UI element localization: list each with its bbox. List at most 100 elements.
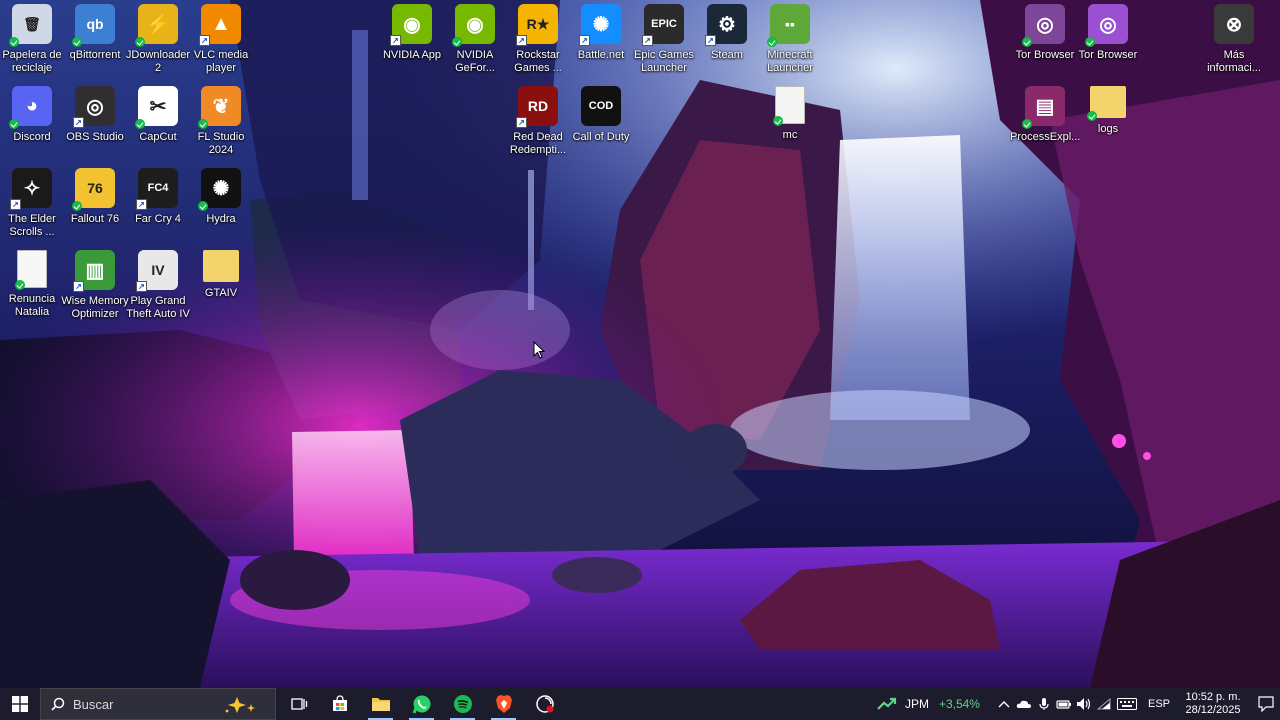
- desktop-icon-battlenet[interactable]: ✺ ↗ Battle.net: [569, 0, 633, 62]
- sync-status-icon: [135, 119, 145, 129]
- desktop-icon-steam[interactable]: ⚙ ↗ Steam: [695, 0, 759, 62]
- whatsapp-icon: [412, 694, 432, 714]
- red-dead-icon: RD ↗: [516, 86, 558, 128]
- sync-status-icon: [15, 280, 25, 290]
- battlenet-icon: ✺ ↗: [579, 4, 621, 46]
- desktop-icon-folder[interactable]: logs: [1076, 82, 1140, 136]
- desktop-icon-elder-scrolls[interactable]: ✧ ↗ The Elder Scrolls ...: [0, 164, 64, 239]
- desktop-icon-epic-games[interactable]: EPIC ↗ Epic Games Launcher: [632, 0, 696, 75]
- desktop-icon-obs[interactable]: ◎ ↗ OBS Studio: [63, 82, 127, 144]
- desktop-icon-gta-iv[interactable]: IV ↗ Play Grand Theft Auto IV: [126, 246, 190, 321]
- taskbar-app-brave[interactable]: [483, 688, 524, 720]
- taskbar-app-steam-capture[interactable]: [524, 688, 565, 720]
- shortcut-arrow-icon: ↗: [642, 35, 653, 46]
- shortcut-arrow-icon: ↗: [136, 281, 147, 292]
- desktop-icon-label: Battle.net: [577, 49, 625, 61]
- vlc-icon: ▲ ↗: [199, 4, 241, 46]
- recorder-icon: [535, 694, 555, 714]
- notification-icon: [1258, 696, 1274, 712]
- desktop-icon-discord[interactable]: ◕ Discord: [0, 82, 64, 144]
- stock-change: +3,54%: [938, 697, 980, 711]
- folder-icon: [1087, 86, 1126, 121]
- desktop-icon-label: Epic Games Launcher: [634, 49, 694, 74]
- memory-optimizer-icon: ▥ ↗: [73, 250, 115, 292]
- taskbar-app-whatsapp[interactable]: [401, 688, 442, 720]
- shortcut-arrow-icon: ↗: [579, 35, 590, 46]
- stock-widget[interactable]: JPM +3,54%: [877, 697, 980, 711]
- system-tray: JPM +3,54% ESP 10:52 p. m. 28/12/2025: [877, 688, 1280, 720]
- desktop-icon-nvidia[interactable]: ◉ ↗ NVIDIA App: [380, 0, 444, 62]
- taskbar: Buscar JPM +3,54% ESP 10:52 p. m. 28/12/…: [0, 688, 1280, 720]
- desktop-icon-label: Discord: [13, 131, 51, 143]
- start-button[interactable]: [0, 688, 40, 720]
- desktop-icon-fallout[interactable]: 76 Fallout 76: [63, 164, 127, 226]
- wifi-icon[interactable]: [1094, 688, 1114, 720]
- desktop-icon-rockstar[interactable]: R★ ↗ Rockstar Games ...: [506, 0, 570, 75]
- sync-status-icon: [1087, 111, 1097, 121]
- volume-icon[interactable]: [1074, 688, 1094, 720]
- desktop-icon-winrar[interactable]: ▤ ProcessExpl...: [1010, 82, 1080, 144]
- desktop-icon-file[interactable]: mc: [758, 82, 822, 142]
- desktop-icon-label: Red Dead Redempti...: [509, 131, 567, 156]
- sync-status-icon: [72, 201, 82, 211]
- desktop-icon-label: Wise Memory Optimizer: [61, 295, 129, 320]
- tor-browser-icon: ◎: [1022, 4, 1065, 47]
- winrar-icon: ▤: [1022, 86, 1065, 129]
- desktop-icon-jdownloader[interactable]: ⚡ JDownloader 2: [126, 0, 190, 75]
- onedrive-cloud-icon[interactable]: [1014, 688, 1034, 720]
- desktop-icon-folder[interactable]: GTAIV: [189, 246, 253, 300]
- desktop-icon-tor-browser[interactable]: ◎ Tor Browser: [1076, 0, 1140, 62]
- desktop-icon-label: NVIDIA GeFor...: [455, 49, 495, 74]
- nvidia-geforce-icon: ◉: [452, 4, 495, 47]
- desktop-icon-qbittorrent[interactable]: qb qBittorrent: [63, 0, 127, 62]
- taskbar-app-microsoft-store[interactable]: [319, 688, 360, 720]
- desktop-icon-minecraft[interactable]: ▪▪ Minecraft Launcher: [758, 0, 822, 75]
- clock[interactable]: 10:52 p. m. 28/12/2025: [1180, 691, 1246, 717]
- desktop-icon-capcut[interactable]: ✂ CapCut: [126, 82, 190, 144]
- gta-iv-icon: IV ↗: [136, 250, 178, 292]
- sync-status-icon: [1022, 37, 1032, 47]
- taskbar-app-task-view[interactable]: [278, 688, 319, 720]
- desktop-icon-label: Minecraft Launcher: [767, 49, 813, 74]
- desktop-icon-red-dead[interactable]: RD ↗ Red Dead Redempti...: [506, 82, 570, 157]
- desktop-icon-hydra[interactable]: ✺ Hydra: [189, 164, 253, 226]
- desktop-icon-label: ProcessExpl...: [1010, 131, 1080, 143]
- taskbar-app-file-explorer[interactable]: [360, 688, 401, 720]
- battery-icon[interactable]: [1054, 688, 1074, 720]
- keyboard-icon[interactable]: [1114, 688, 1140, 720]
- desktop-icon-label: Far Cry 4: [135, 213, 181, 225]
- desktop-icon-label: The Elder Scrolls ...: [8, 213, 56, 238]
- epic-games-icon: EPIC ↗: [642, 4, 684, 46]
- taskbar-search-box[interactable]: Buscar: [40, 688, 276, 720]
- language-indicator[interactable]: ESP: [1148, 698, 1170, 710]
- jdownloader-icon: ⚡: [135, 4, 178, 47]
- shortcut-arrow-icon: ↗: [136, 199, 147, 210]
- taskbar-apps: [278, 688, 565, 720]
- desktop-icon-vlc[interactable]: ▲ ↗ VLC media player: [189, 0, 253, 75]
- sync-status-icon: [452, 37, 462, 47]
- desktop-icon-memory-optimizer[interactable]: ▥ ↗ Wise Memory Optimizer: [61, 246, 129, 321]
- desktop-icon-tor-browser[interactable]: ◎ Tor Browser: [1013, 0, 1077, 62]
- desktop-icon-far-cry[interactable]: FC4 ↗ Far Cry 4: [126, 164, 190, 226]
- desktop-icon-nvidia-geforce[interactable]: ◉ NVIDIA GeFor...: [443, 0, 507, 75]
- sync-status-icon: [1085, 37, 1095, 47]
- copilot-sparkle-icon[interactable]: [223, 696, 267, 714]
- nvidia-icon: ◉ ↗: [390, 4, 432, 46]
- tor-browser-icon: ◎: [1085, 4, 1128, 47]
- desktop-icon-call-of-duty[interactable]: COD Call of Duty: [569, 82, 633, 144]
- desktop-icon-fl-studio[interactable]: ❦ FL Studio 2024: [189, 82, 253, 157]
- desktop-icon-label: mc: [782, 129, 798, 141]
- desktop-icon-document[interactable]: Renuncia Natalia: [0, 246, 64, 319]
- desktop-icon-label: Papelera de reciclaje: [2, 49, 62, 74]
- capcut-icon: ✂: [135, 86, 178, 129]
- chevron-up-icon[interactable]: [994, 688, 1014, 720]
- fallout-icon: 76: [72, 168, 115, 211]
- microphone-icon[interactable]: [1034, 688, 1054, 720]
- desktop-icon-label: Más informaci...: [1207, 49, 1261, 74]
- notification-center-button[interactable]: [1252, 688, 1280, 720]
- desktop-icon-recycle-bin[interactable]: 🗑 Papelera de reciclaje: [0, 0, 64, 75]
- desktop-icon-more-info[interactable]: ⊗ Más informaci...: [1202, 0, 1266, 75]
- clock-time: 10:52 p. m.: [1185, 691, 1241, 703]
- hydra-icon: ✺: [198, 168, 241, 211]
- taskbar-app-spotify[interactable]: [442, 688, 483, 720]
